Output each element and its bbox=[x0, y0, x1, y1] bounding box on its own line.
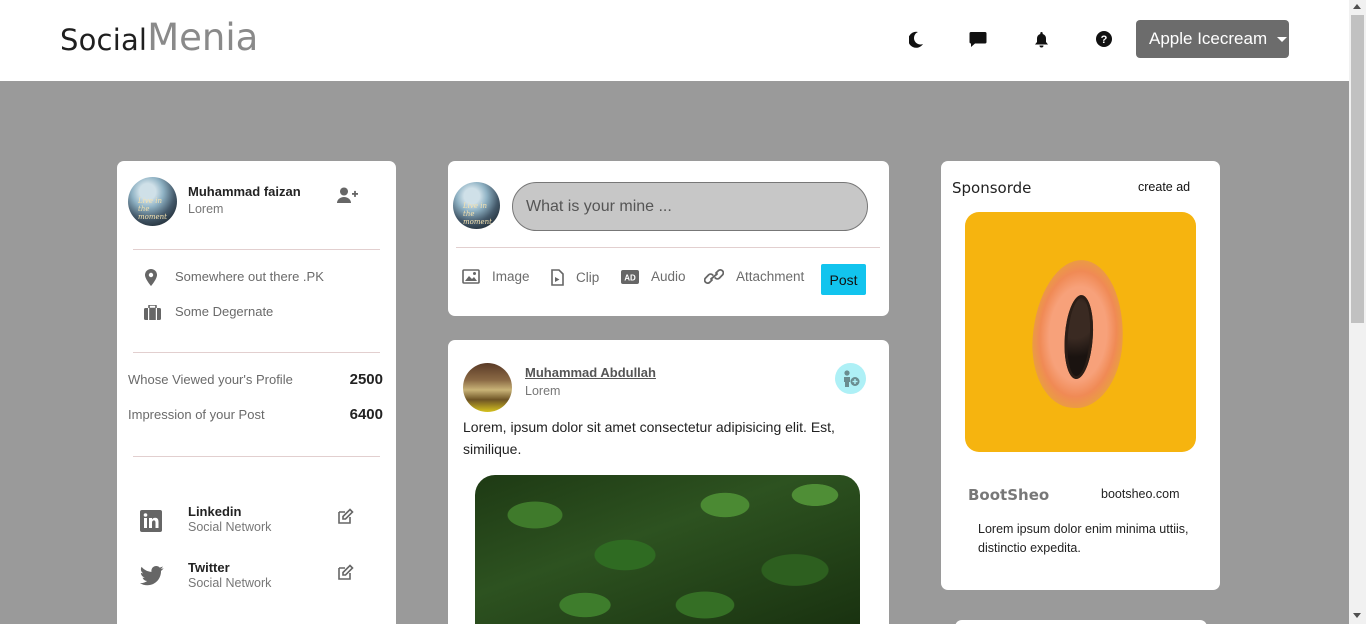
image-tool-label: Image bbox=[492, 269, 530, 284]
stat-label: Whose Viewed your's Profile bbox=[128, 372, 293, 387]
sponsor-brand: BootSheo bbox=[968, 486, 1050, 504]
scrollbar[interactable] bbox=[1349, 0, 1366, 624]
profile-occupation: Some Degernate bbox=[175, 304, 274, 319]
sponsor-title: Sponsorde bbox=[952, 179, 1032, 197]
user-dropdown-label: Apple Icecream bbox=[1149, 29, 1268, 48]
sponsor-card: Sponsorde create ad BootSheo bootsheo.co… bbox=[941, 161, 1220, 590]
chat-icon[interactable] bbox=[966, 27, 990, 51]
briefcase-icon bbox=[144, 304, 161, 325]
compose-avatar: Live in the moment bbox=[453, 182, 500, 229]
sponsor-description: Lorem ipsum dolor enim minima uttiis, di… bbox=[978, 522, 1189, 555]
follow-user-button[interactable] bbox=[835, 363, 866, 394]
stat-value: 6400 bbox=[349, 406, 383, 423]
avatar-caption: Live in the moment bbox=[138, 197, 167, 221]
user-dropdown[interactable]: Apple Icecream bbox=[1136, 20, 1289, 58]
divider bbox=[133, 456, 380, 457]
divider bbox=[133, 352, 380, 353]
divider bbox=[456, 247, 880, 248]
navbar: SocialMenia ? Apple Icecream bbox=[0, 0, 1349, 81]
profile-location: Somewhere out there .PK bbox=[175, 269, 324, 284]
image-tool[interactable]: Image bbox=[462, 269, 530, 284]
scrollbar-thumb[interactable] bbox=[1351, 15, 1364, 323]
post-author-subtitle: Lorem bbox=[525, 384, 561, 398]
feed-post-card: Muhammad Abdullah Lorem Lorem, ipsum dol… bbox=[448, 340, 889, 624]
sponsor-image[interactable] bbox=[965, 212, 1196, 452]
profile-card: Live in the moment Muhammad faizan Lorem… bbox=[117, 161, 396, 624]
next-sponsor-card bbox=[955, 620, 1207, 624]
create-ad-link[interactable]: create ad bbox=[1138, 180, 1190, 194]
brand-part-2: Menia bbox=[147, 16, 259, 59]
audio-tool[interactable]: AD Audio bbox=[621, 269, 686, 284]
sponsor-url[interactable]: bootsheo.com bbox=[1101, 487, 1180, 501]
compose-placeholder: What is your mine ... bbox=[526, 197, 672, 215]
social-type: Social Network bbox=[188, 520, 272, 534]
edit-icon[interactable] bbox=[337, 508, 354, 530]
brand-logo[interactable]: SocialMenia bbox=[60, 16, 258, 59]
audio-tool-label: Audio bbox=[651, 269, 686, 284]
location-icon bbox=[145, 269, 157, 291]
post-body-text: Lorem, ipsum dolor sit amet consectetur … bbox=[463, 419, 835, 457]
moon-icon[interactable] bbox=[904, 27, 928, 51]
compose-input[interactable]: What is your mine ... bbox=[512, 182, 868, 231]
scroll-down-arrow[interactable] bbox=[1353, 613, 1361, 618]
profile-avatar[interactable]: Live in the moment bbox=[128, 177, 177, 226]
profile-subtitle: Lorem bbox=[188, 202, 224, 216]
twitter-icon[interactable] bbox=[139, 566, 164, 591]
post-author-name[interactable]: Muhammad Abdullah bbox=[525, 365, 656, 380]
add-user-icon[interactable] bbox=[337, 187, 358, 209]
caret-down-icon bbox=[1277, 36, 1288, 42]
post-image[interactable] bbox=[475, 475, 860, 624]
svg-text:AD: AD bbox=[624, 273, 636, 282]
linkedin-icon[interactable] bbox=[140, 510, 162, 537]
help-icon[interactable]: ? bbox=[1092, 27, 1116, 51]
attachment-tool-label: Attachment bbox=[736, 269, 805, 284]
stat-label: Impression of your Post bbox=[128, 407, 265, 422]
clip-tool-label: Clip bbox=[576, 270, 600, 285]
social-name[interactable]: Linkedin bbox=[188, 504, 241, 519]
brand-part-1: Social bbox=[60, 23, 148, 57]
profile-name[interactable]: Muhammad faizan bbox=[188, 184, 301, 199]
papaya-seeds bbox=[1061, 294, 1096, 380]
scroll-up-arrow[interactable] bbox=[1353, 4, 1361, 9]
avatar-caption: Live in the moment bbox=[463, 202, 492, 226]
divider bbox=[133, 249, 380, 250]
stat-value: 2500 bbox=[349, 371, 383, 388]
attachment-tool[interactable]: Attachment bbox=[704, 269, 804, 284]
add-person-icon bbox=[844, 370, 860, 387]
edit-icon[interactable] bbox=[337, 564, 354, 586]
post-button[interactable]: Post bbox=[821, 264, 866, 295]
papaya-fruit bbox=[1027, 257, 1129, 411]
bell-icon[interactable] bbox=[1029, 27, 1053, 51]
post-author-avatar[interactable] bbox=[463, 363, 512, 412]
svg-text:?: ? bbox=[1101, 34, 1108, 46]
social-name[interactable]: Twitter bbox=[188, 560, 230, 575]
compose-card: Live in the moment What is your mine ...… bbox=[448, 161, 889, 316]
social-type: Social Network bbox=[188, 576, 272, 590]
clip-tool[interactable]: Clip bbox=[551, 269, 599, 286]
